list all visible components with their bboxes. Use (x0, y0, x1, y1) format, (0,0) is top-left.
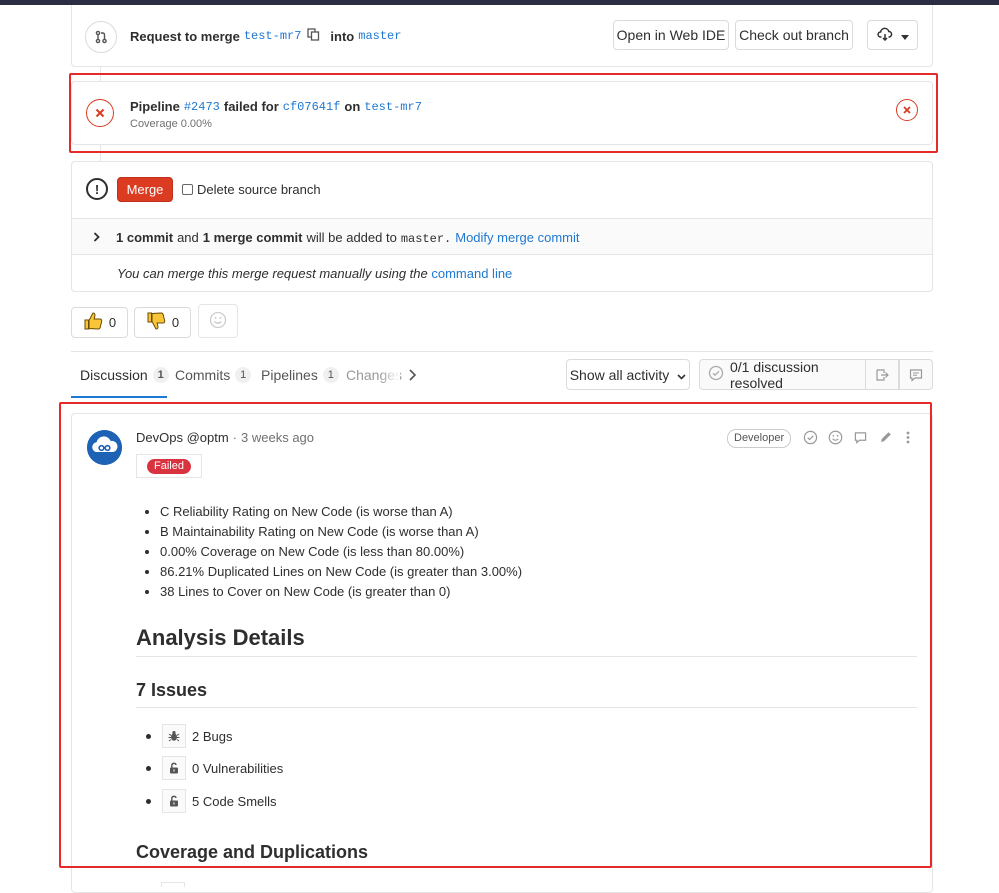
manual-merge-text: You can merge this merge request manuall… (117, 266, 513, 281)
target-branch-code: master. (400, 232, 452, 246)
heading-divider (136, 656, 917, 657)
heading-divider (136, 707, 917, 708)
tabs-top-border (71, 351, 933, 352)
pipeline-failed-icon[interactable] (86, 99, 114, 127)
more-actions-icon[interactable] (906, 431, 910, 447)
jump-to-discussion-button[interactable] (865, 359, 899, 390)
pipeline-label: Pipeline (130, 99, 180, 114)
chevron-down-icon (677, 367, 686, 383)
unlock-icon (162, 756, 186, 780)
thumbs-up-count: 0 (108, 315, 117, 330)
tab-pipelines-count: 1 (322, 367, 339, 383)
into-label: into (330, 28, 355, 44)
thumbs-up-icon (83, 311, 103, 334)
add-reaction-icon[interactable] (828, 430, 843, 448)
note-author[interactable]: DevOps @optm (136, 430, 229, 445)
cloud-download-icon (876, 27, 893, 44)
check-out-branch-button[interactable]: Check out branch (735, 20, 853, 50)
command-line-link[interactable]: command line (431, 266, 512, 281)
reply-icon[interactable] (854, 431, 867, 447)
pipeline-id-link[interactable]: #2473 (184, 100, 220, 114)
pipeline-branch-link[interactable]: test-mr7 (364, 100, 422, 114)
analysis-details-heading: Analysis Details (136, 625, 305, 650)
condition-item: 0.00% Coverage on New Code (is less than… (160, 542, 522, 562)
and-label: and (177, 230, 199, 245)
commits-info-text: 1 commit and 1 merge commit will be adde… (116, 230, 580, 246)
activity-filter-dropdown[interactable]: Show all activity (566, 359, 690, 390)
note-header: DevOps @optm · 3 weeks ago (136, 430, 315, 445)
quality-gate-conditions: C Reliability Rating on New Code (is wor… (136, 502, 522, 602)
coverage-text: Coverage 0.00% (130, 118, 212, 130)
delete-source-label[interactable]: Delete source branch (197, 182, 321, 197)
tab-discussion-count: 1 (152, 367, 169, 383)
target-branch[interactable]: master (358, 29, 401, 43)
modify-merge-commit-link[interactable]: Modify merge commit (455, 230, 579, 245)
condition-item: B Maintainability Rating on New Code (is… (160, 522, 522, 542)
failed-status-badge: Failed (147, 458, 191, 474)
issue-item-vulnerabilities: 0 Vulnerabilities (146, 756, 283, 780)
resolve-all-discussions-button[interactable] (899, 359, 933, 390)
check-circle-icon (708, 365, 724, 384)
merge-button[interactable]: Merge (117, 177, 173, 202)
coverage-duplications-heading: Coverage and Duplications (136, 842, 369, 862)
thumbs-up-button[interactable]: 0 (71, 307, 128, 338)
resolve-discussion-icon[interactable] (803, 430, 818, 448)
pipeline-title: Pipeline #2473 failed for cf07641f on te… (130, 99, 422, 114)
edit-pencil-icon[interactable] (880, 431, 892, 446)
condition-item: 86.21% Duplicated Lines on New Code (is … (160, 562, 522, 582)
pipeline-stage-failed-icon[interactable] (896, 99, 918, 121)
chevron-right-icon[interactable] (93, 230, 100, 245)
merge-request-icon (85, 21, 117, 53)
failed-for-label: failed for (223, 99, 279, 114)
discussion-counter: 0/1 discussion resolved (699, 358, 866, 391)
thumbs-down-icon (146, 311, 166, 334)
source-branch[interactable]: test-mr7 (244, 29, 302, 43)
download-dropdown-button[interactable] (867, 20, 918, 50)
chevron-down-icon (900, 27, 909, 43)
copy-branch-icon[interactable] (307, 28, 320, 44)
merge-request-title: Request to merge test-mr7 into master (130, 28, 401, 44)
tab-commits-count: 1 (235, 367, 252, 383)
on-label: on (344, 99, 361, 114)
partial-icon-box (161, 882, 185, 887)
commit-sha-link[interactable]: cf07641f (283, 100, 341, 114)
tabs-fade-overlay (380, 360, 400, 388)
unlock-icon (162, 789, 186, 813)
discussion-note (71, 413, 933, 893)
timeline-line (100, 145, 101, 161)
add-reaction-button[interactable] (198, 304, 238, 338)
open-in-web-ide-button[interactable]: Open in Web IDE (613, 20, 729, 50)
discussions-resolved-text: 0/1 discussion resolved (730, 358, 819, 391)
role-badge: Developer (727, 429, 792, 448)
request-to-merge-label: Request to merge (130, 28, 240, 44)
condition-item: C Reliability Rating on New Code (is wor… (160, 502, 522, 522)
thumbs-down-count: 0 (171, 315, 180, 330)
quality-gate-status-frame: Failed (136, 454, 202, 478)
delete-source-option: Delete source branch (182, 182, 321, 197)
timeline-line (100, 66, 101, 81)
warning-icon: ! (86, 178, 108, 200)
active-tab-indicator (71, 396, 167, 398)
merge-commit-count: 1 merge commit (202, 230, 303, 245)
smiley-icon (209, 311, 227, 332)
delete-source-checkbox[interactable] (182, 184, 193, 195)
issues-heading: 7 Issues (136, 680, 208, 700)
commit-count: 1 commit (116, 230, 174, 245)
issue-item-code-smells: 5 Code Smells (146, 789, 277, 813)
tab-discussion[interactable]: Discussion 1 (80, 367, 169, 383)
thumbs-down-button[interactable]: 0 (134, 307, 191, 338)
condition-item: 38 Lines to Cover on New Code (is greate… (160, 582, 522, 602)
bug-icon (162, 724, 186, 748)
will-be-added-label: will be added to (306, 230, 397, 245)
tabs-scroll-right-icon[interactable] (408, 369, 417, 384)
avatar[interactable] (87, 430, 122, 465)
issue-item-bugs: 2 Bugs (146, 724, 232, 748)
note-timestamp[interactable]: 3 weeks ago (241, 430, 314, 445)
tab-pipelines[interactable]: Pipelines 1 (261, 367, 339, 383)
tab-commits[interactable]: Commits 1 (175, 367, 252, 383)
